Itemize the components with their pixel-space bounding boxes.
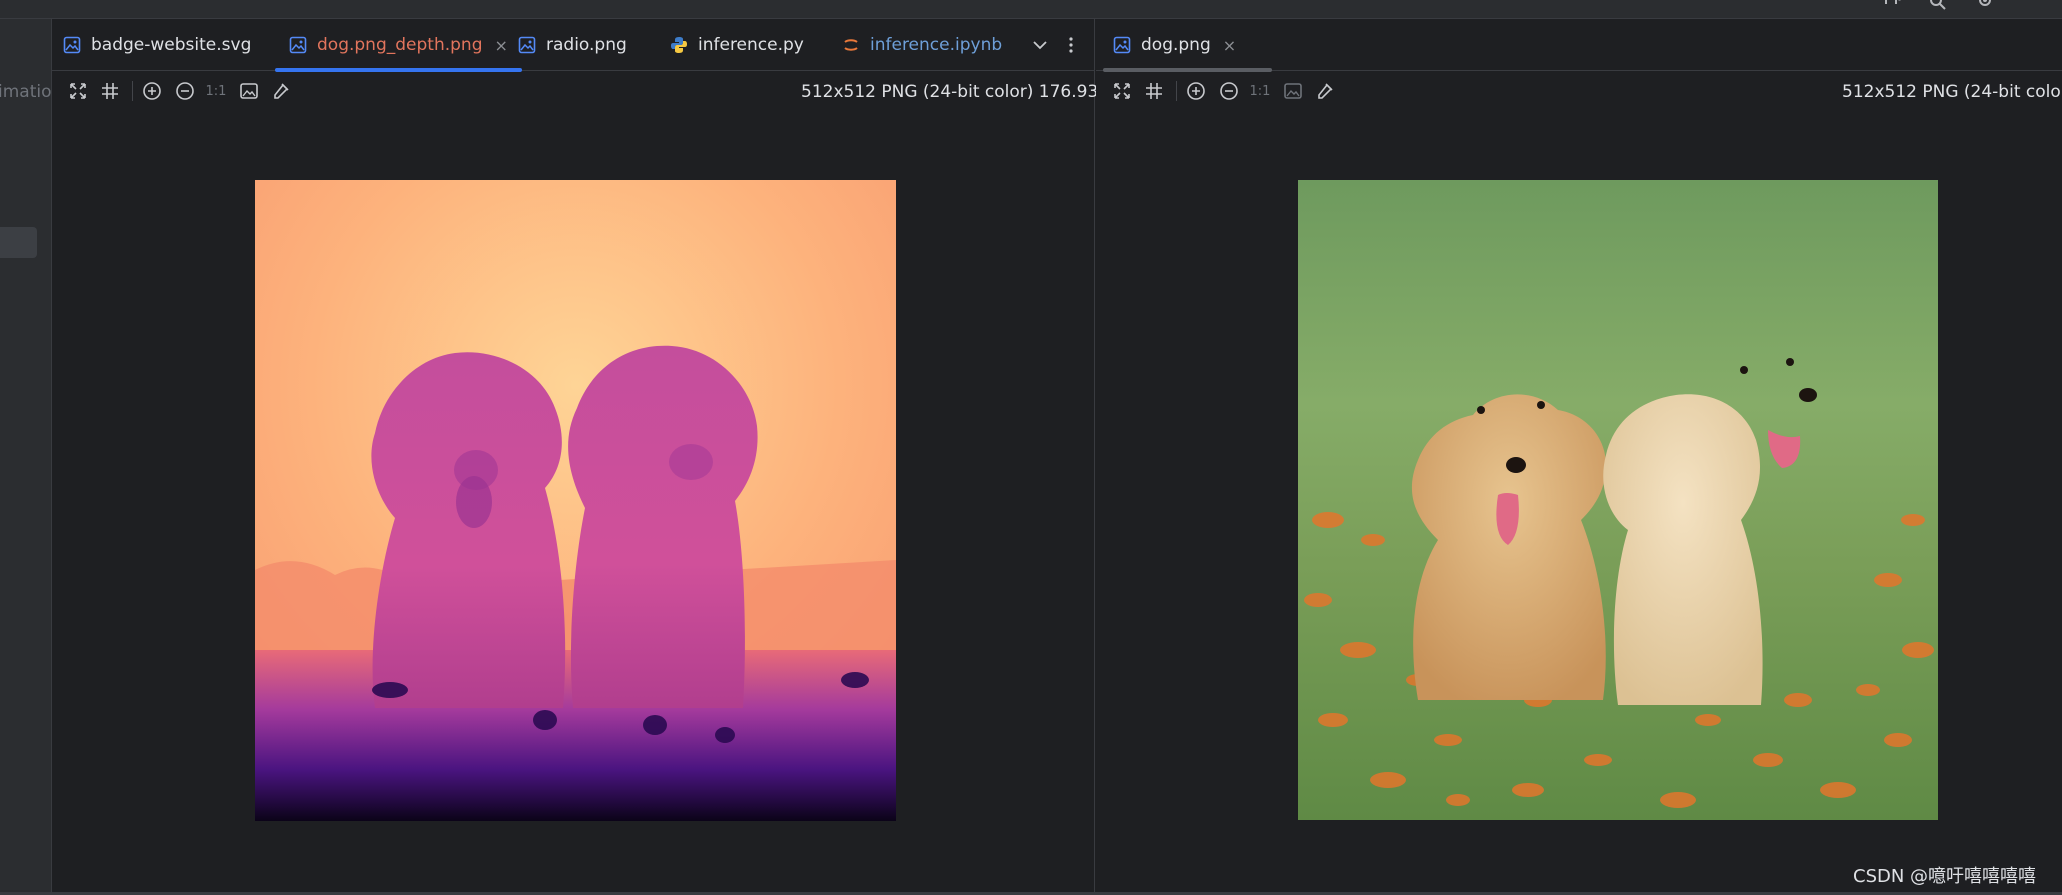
window-title-bar bbox=[0, 0, 2062, 19]
depth-map-svg bbox=[255, 180, 896, 821]
tab-dog-png-depth-png[interactable]: dog.png_depth.png × bbox=[275, 19, 522, 72]
tab-inference-py[interactable]: inference.py bbox=[670, 19, 804, 71]
toggle-grid-button[interactable] bbox=[99, 80, 121, 102]
add-user-icon[interactable] bbox=[1883, 0, 1903, 12]
image-file-icon bbox=[1113, 36, 1131, 54]
settings-gear-icon[interactable] bbox=[1975, 0, 1995, 12]
color-picker-button[interactable] bbox=[1314, 80, 1336, 102]
fit-to-window-icon bbox=[1114, 83, 1130, 99]
image-info-label: 512x512 PNG (24-bit color) : bbox=[1842, 82, 2062, 102]
left-tab-bar: badge-website.svg dog.png_depth.png × ra… bbox=[52, 19, 1094, 72]
image-file-icon bbox=[289, 36, 307, 54]
toolbar-separator bbox=[132, 81, 133, 101]
background-image-icon bbox=[1284, 83, 1302, 99]
image-file-icon bbox=[63, 36, 81, 54]
project-tool-strip: imation bbox=[0, 19, 52, 892]
tab-label: dog.png_depth.png bbox=[317, 35, 483, 55]
tab-radio-png[interactable]: radio.png bbox=[518, 19, 627, 71]
clipped-tool-window-item[interactable] bbox=[0, 227, 37, 258]
actual-size-button[interactable]: 1:1 bbox=[205, 80, 227, 102]
fit-to-window-button[interactable] bbox=[1111, 80, 1133, 102]
actual-size-button[interactable]: 1:1 bbox=[1249, 80, 1271, 102]
chevron-down-icon[interactable] bbox=[1031, 36, 1049, 54]
close-tab-icon[interactable]: × bbox=[494, 36, 507, 55]
tab-label: inference.py bbox=[698, 35, 804, 55]
tab-inference-ipynb[interactable]: inference.ipynb bbox=[842, 19, 1002, 71]
search-icon[interactable] bbox=[1928, 0, 1948, 12]
grid-icon bbox=[102, 83, 118, 99]
fit-to-window-icon bbox=[70, 83, 86, 99]
zoom-in-icon bbox=[143, 82, 161, 100]
zoom-out-icon bbox=[176, 82, 194, 100]
right-tab-bar: dog.png × bbox=[1096, 19, 2062, 72]
image-viewer-toolbar: 1:1 512x512 PNG (24-bit color) : bbox=[1096, 71, 2062, 111]
zoom-in-button[interactable] bbox=[141, 80, 163, 102]
background-toggle-button[interactable] bbox=[238, 80, 260, 102]
fit-to-window-button[interactable] bbox=[67, 80, 89, 102]
depth-map-image bbox=[255, 180, 896, 821]
background-image-icon bbox=[240, 83, 258, 99]
more-vertical-icon[interactable] bbox=[1064, 36, 1078, 54]
tab-label: radio.png bbox=[546, 35, 627, 55]
zoom-out-icon bbox=[1220, 82, 1238, 100]
dog-photo-image bbox=[1298, 180, 1938, 820]
left-editor-pane: badge-website.svg dog.png_depth.png × ra… bbox=[52, 19, 1125, 892]
grid-icon bbox=[1146, 83, 1162, 99]
eyedropper-icon bbox=[1318, 83, 1333, 99]
background-toggle-button[interactable] bbox=[1282, 80, 1304, 102]
color-picker-button[interactable] bbox=[270, 80, 292, 102]
image-file-icon bbox=[518, 36, 536, 54]
clipped-tool-window-label: imation bbox=[0, 82, 52, 102]
zoom-out-button[interactable] bbox=[1218, 80, 1240, 102]
tab-label: badge-website.svg bbox=[91, 35, 252, 55]
toolbar-separator bbox=[1176, 81, 1177, 101]
python-file-icon bbox=[671, 37, 687, 53]
dog-photo-svg bbox=[1298, 180, 1938, 820]
eyedropper-icon bbox=[274, 83, 289, 99]
tab-label: dog.png bbox=[1141, 35, 1211, 55]
csdn-watermark: CSDN @噫吁嘻嘻嘻嘻 bbox=[1853, 866, 2037, 887]
image-viewer-toolbar: 1:1 512x512 PNG (24-bit color) 176.93 kB bbox=[52, 71, 1125, 111]
tab-badge-website-svg[interactable]: badge-website.svg bbox=[63, 19, 251, 71]
zoom-out-button[interactable] bbox=[174, 80, 196, 102]
zoom-in-button[interactable] bbox=[1185, 80, 1207, 102]
close-tab-icon[interactable]: × bbox=[1223, 36, 1236, 55]
zoom-in-icon bbox=[1187, 82, 1205, 100]
right-editor-pane: dog.png × 1:1 512x512 PNG (24-bit color)… bbox=[1096, 19, 2062, 892]
jupyter-file-icon bbox=[844, 39, 858, 51]
toggle-grid-button[interactable] bbox=[1143, 80, 1165, 102]
tab-label: inference.ipynb bbox=[870, 35, 1003, 55]
tab-dog-png[interactable]: dog.png × bbox=[1102, 19, 1273, 72]
image-info-label: 512x512 PNG (24-bit color) 176.93 kB bbox=[801, 82, 1126, 102]
